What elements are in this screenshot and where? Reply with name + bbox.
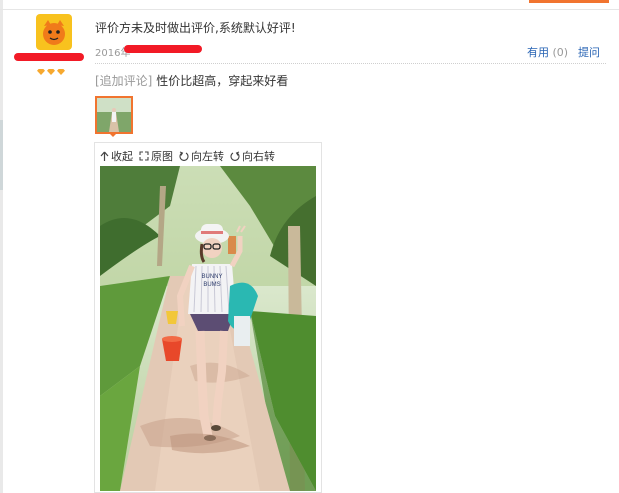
photo-thumbnail[interactable] xyxy=(95,96,133,134)
thumbnail-pointer xyxy=(108,132,118,137)
followup-comment: [追加评论] 性价比超高，穿起来好看 xyxy=(95,72,288,89)
followup-text: 性价比超高，穿起来好看 xyxy=(156,74,289,88)
rotate-left-label: 向左转 xyxy=(191,150,224,163)
redacted-username xyxy=(14,53,84,61)
diamond-icon xyxy=(47,69,55,75)
user-level-badge xyxy=(37,69,65,75)
ask-question-link[interactable]: 提问 xyxy=(578,44,600,60)
useful-label: 有用 xyxy=(527,46,549,59)
rotate-right-icon xyxy=(230,151,240,161)
dotted-divider xyxy=(95,63,606,64)
top-accent-bar xyxy=(529,0,609,3)
rotate-left-button[interactable]: 向左转 xyxy=(179,148,224,164)
avatar-mascot-icon xyxy=(36,14,72,50)
review-text: 评价方未及时做出评价,系统默认好评! xyxy=(95,21,296,35)
original-image-button[interactable]: 原图 xyxy=(139,148,173,164)
diamond-icon xyxy=(57,69,65,75)
image-viewer: 收起 原图 向左转 向右转 BUNNY BUMS xyxy=(94,142,322,493)
diamond-icon xyxy=(37,69,45,75)
expand-icon xyxy=(139,151,149,161)
avatar[interactable] xyxy=(36,14,72,54)
useful-button[interactable]: 有用 (0) xyxy=(527,44,568,60)
rotate-right-button[interactable]: 向右转 xyxy=(230,148,275,164)
useful-count: (0) xyxy=(552,46,569,59)
left-edge-bar xyxy=(0,0,3,493)
top-divider xyxy=(0,0,619,10)
thumbnail-image xyxy=(97,98,131,132)
shirt-text-line2: BUMS xyxy=(203,282,220,288)
review-photo-image: BUNNY BUMS xyxy=(100,166,316,491)
shirt-text-line1: BUNNY xyxy=(201,274,222,280)
redacted-date xyxy=(124,45,202,53)
collapse-button[interactable]: 收起 xyxy=(100,148,133,164)
collapse-label: 收起 xyxy=(111,150,133,163)
original-image-label: 原图 xyxy=(151,150,173,163)
review-photo[interactable]: BUNNY BUMS xyxy=(100,166,316,491)
rotate-left-icon xyxy=(179,151,189,161)
rotate-right-label: 向右转 xyxy=(242,150,275,163)
arrow-up-icon xyxy=(100,151,109,161)
viewer-toolbar: 收起 原图 向左转 向右转 xyxy=(95,143,321,166)
left-edge-highlight xyxy=(0,120,3,190)
followup-tag: [追加评论] xyxy=(95,74,153,88)
